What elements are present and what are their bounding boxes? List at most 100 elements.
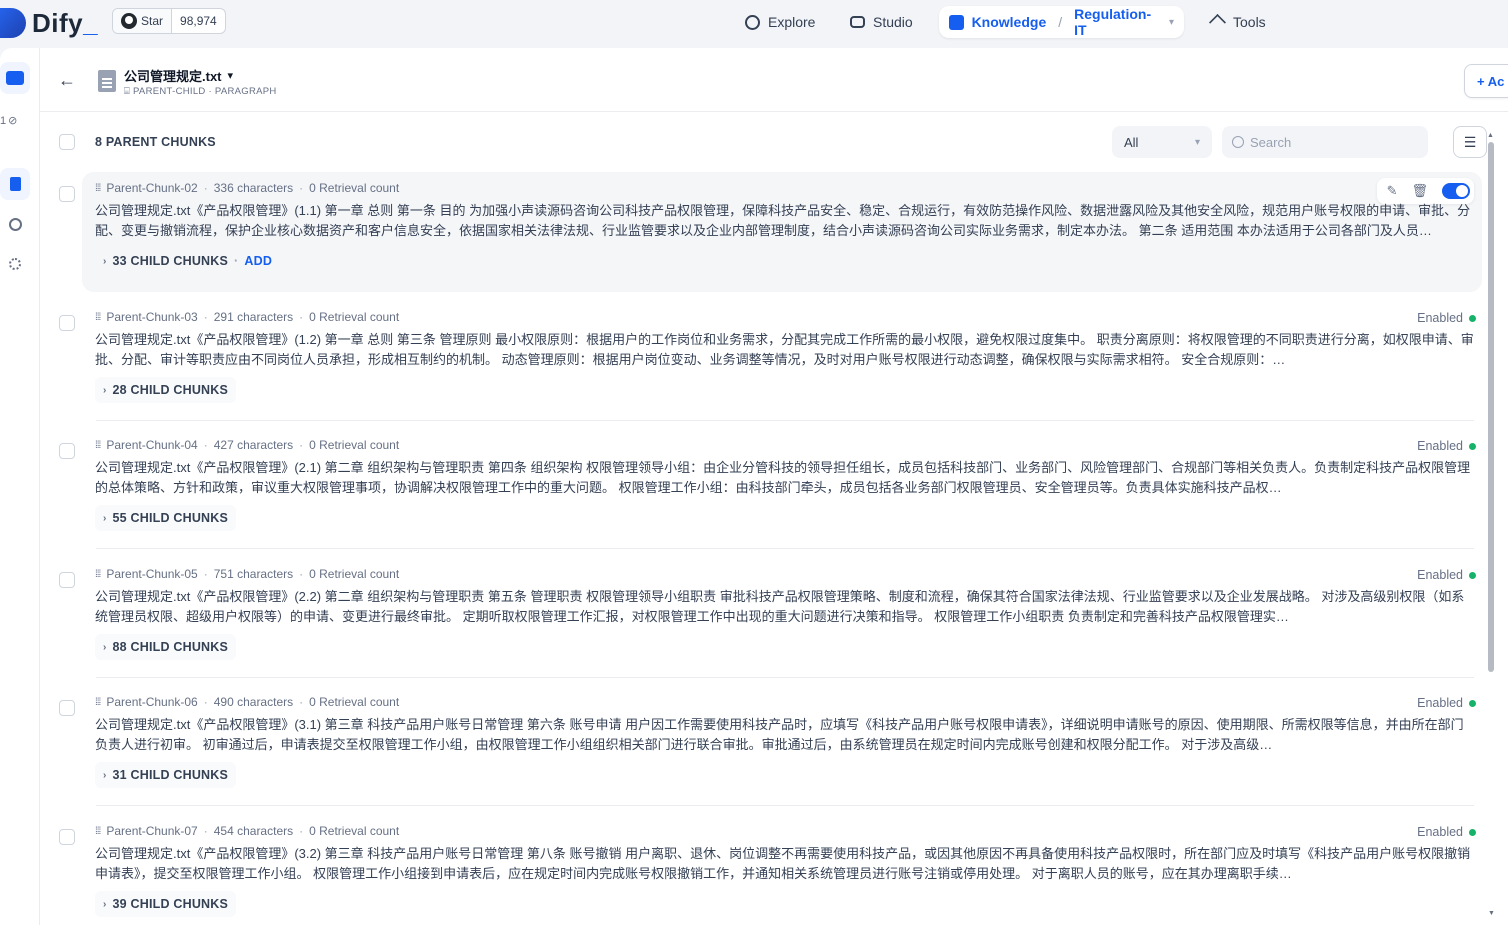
chevron-down-icon[interactable]: ▾ (1169, 17, 1174, 28)
chunk-card[interactable]: ⁞⁞⁞ Parent-Chunk-02 · 336 characters · 0 R… (82, 172, 1482, 292)
chunk-checkbox[interactable] (59, 443, 75, 459)
list-view-toggle-button[interactable]: ☰ (1453, 126, 1487, 158)
chevron-right-icon: › (103, 641, 107, 653)
edit-icon[interactable]: ✎ (1387, 183, 1398, 199)
chunk-meta: ⁞⁞⁞ Parent-Chunk-03 · 291 characters · 0 R… (95, 310, 399, 324)
chunk-mode-text: PARENT-CHILD · PARAGRAPH (133, 86, 277, 97)
chunk-content[interactable]: 公司管理规定.txt《产品权限管理》(2.2) 第二章 组织架构与管理职责 第五… (95, 587, 1475, 627)
meta-dot: · (203, 695, 208, 709)
chunk-card[interactable]: ⁞⁞⁞ Parent-Chunk-03 · 291 characters · 0 R… (82, 301, 1482, 421)
knowledge-book-icon (949, 14, 964, 30)
file-icon (98, 70, 116, 92)
chunk-meta: ⁞⁞⁞ Parent-Chunk-07 · 454 characters · 0 R… (95, 824, 399, 838)
chunk-chars: 336 characters (213, 181, 294, 195)
chunk-retrieval-count: 0 Retrieval count (309, 695, 400, 709)
chunk-card[interactable]: ⁞⁞⁞ Parent-Chunk-04 · 427 characters · 0 R… (82, 429, 1482, 549)
logo-text: Dify_ (32, 7, 99, 38)
status-dot-icon (1469, 828, 1476, 836)
chunk-card[interactable]: ⁞⁞⁞ Parent-Chunk-06 · 490 characters · 0 R… (82, 686, 1482, 806)
chunk-status: Enabled (1417, 568, 1476, 582)
chunk-meta: ⁞⁞⁞ Parent-Chunk-04 · 427 characters · 0 R… (95, 438, 399, 452)
status-dot-icon (1469, 314, 1476, 322)
scrollbar[interactable]: ▲ (1487, 132, 1495, 776)
add-child-chunk-link[interactable]: ADD (244, 254, 272, 268)
chunk-checkbox[interactable] (59, 829, 75, 845)
chunk-row: ⁞⁞⁞ Parent-Chunk-02 · 336 characters · 0 R… (40, 172, 1486, 301)
chunk-chars: 490 characters (213, 695, 294, 709)
child-chunks-expander[interactable]: › 55 CHILD CHUNKS (95, 505, 237, 531)
chunk-content[interactable]: 公司管理规定.txt《产品权限管理》(1.2) 第一章 总则 第三条 管理原则 … (95, 330, 1475, 370)
hit-testing-button[interactable] (0, 208, 30, 240)
meta-dot: · (299, 567, 304, 581)
status-text: Enabled (1417, 696, 1463, 710)
meta-dot: · (203, 438, 208, 452)
breadcrumb-separator: / (1058, 14, 1063, 30)
status-text: Enabled (1417, 568, 1463, 582)
chunk-row: ⁞⁞⁞ Parent-Chunk-03 · 291 characters · 0 R… (40, 301, 1486, 430)
child-chunks-expander[interactable]: › 88 CHILD CHUNKS (95, 634, 237, 660)
dify-logo[interactable]: Dify_ (0, 6, 98, 40)
child-chunks-count: 39 CHILD CHUNKS (112, 897, 229, 911)
chunk-row: ⁞⁞⁞ Parent-Chunk-05 · 751 characters · 0 R… (40, 558, 1486, 687)
child-chunks-expander[interactable]: › 31 CHILD CHUNKS (95, 762, 237, 788)
tools-icon (1209, 13, 1226, 31)
chunk-checkbox[interactable] (59, 186, 75, 202)
select-all-checkbox[interactable] (59, 134, 75, 150)
search-input[interactable] (1250, 134, 1420, 150)
chunk-list: ⁞⁞⁞ Parent-Chunk-02 · 336 characters · 0 R… (40, 172, 1486, 925)
status-dot-icon (1469, 571, 1476, 579)
search-box[interactable] (1222, 126, 1428, 158)
meta-dot: · (203, 181, 208, 195)
nav-explore[interactable]: Explore (735, 6, 825, 38)
chunk-card[interactable]: ⁞⁞⁞ Parent-Chunk-05 · 751 characters · 0 R… (82, 558, 1482, 678)
meta-dot: · (299, 181, 304, 195)
status-filter-select[interactable]: All ▾ (1112, 126, 1212, 158)
chunk-content[interactable]: 公司管理规定.txt《产品权限管理》(2.1) 第二章 组织架构与管理职责 第四… (95, 458, 1475, 498)
chunk-status: Enabled (1417, 825, 1476, 839)
meta-dot: · (203, 310, 208, 324)
child-chunks-expander[interactable]: › 33 CHILD CHUNKS · ADD (95, 248, 280, 274)
document-title-dropdown[interactable]: 公司管理规定.txt ▾ (124, 66, 233, 85)
nav-tools-label: Tools (1233, 14, 1266, 30)
chunk-content[interactable]: 公司管理规定.txt《产品权限管理》(3.2) 第三章 科技产品用户账号日常管理… (95, 844, 1475, 884)
settings-button[interactable] (0, 248, 30, 280)
chunk-checkbox[interactable] (59, 700, 75, 716)
parent-chunk-count: 8 PARENT CHUNKS (95, 135, 216, 149)
chunk-chars: 751 characters (213, 567, 294, 581)
chunk-meta: ⁞⁞⁞ Parent-Chunk-02 · 336 characters · 0 R… (95, 181, 399, 195)
child-chunks-expander[interactable]: › 39 CHILD CHUNKS (95, 891, 237, 917)
document-title: 公司管理规定.txt (124, 69, 222, 84)
nav-knowledge[interactable]: Knowledge / Regulation-IT ▾ (939, 6, 1184, 38)
nav-studio[interactable]: Studio (840, 6, 923, 38)
chunk-content[interactable]: 公司管理规定.txt《产品权限管理》(3.1) 第三章 科技产品用户账号日常管理… (95, 715, 1475, 755)
back-arrow-icon[interactable]: ← (58, 70, 76, 91)
robot-icon (850, 16, 865, 28)
add-chunk-button[interactable]: + Ac (1464, 64, 1508, 98)
scroll-thumb[interactable] (1488, 142, 1494, 672)
dataset-switcher[interactable]: Regulation-IT (1074, 6, 1161, 38)
meta-dot: · (203, 824, 208, 838)
github-icon (121, 13, 137, 29)
meta-dot: · (299, 438, 304, 452)
documents-button[interactable] (0, 168, 30, 200)
scroll-up-arrow-icon[interactable]: ▲ (1487, 132, 1494, 139)
divider (96, 548, 1474, 549)
chunk-checkbox[interactable] (59, 315, 75, 331)
chunk-id: Parent-Chunk-05 (106, 567, 198, 581)
nav-tools[interactable]: Tools (1200, 6, 1276, 38)
github-star-button[interactable]: Star (113, 9, 173, 33)
scroll-down-arrow-icon[interactable]: ▼ (1488, 910, 1495, 917)
drag-grip-icon: ⁞⁞⁞ (95, 311, 101, 323)
github-star-widget[interactable]: Star 98,974 (112, 8, 226, 34)
nav-explore-label: Explore (768, 14, 816, 30)
trash-icon[interactable]: 🗑 (1411, 183, 1428, 199)
document-header: ← 公司管理规定.txt ▾ ⌸ PARENT-CHILD · PARAGRAP… (40, 48, 1508, 112)
chunk-content[interactable]: 公司管理规定.txt《产品权限管理》(1.1) 第一章 总则 第一条 目的 为加… (95, 201, 1475, 241)
dataset-folder-button[interactable] (0, 62, 30, 94)
chunk-card[interactable]: ⁞⁞⁞ Parent-Chunk-07 · 454 characters · 0 R… (82, 815, 1482, 925)
hierarchy-icon: ⌸ (124, 86, 130, 97)
github-star-count[interactable]: 98,974 (172, 9, 225, 33)
chunk-enable-toggle[interactable] (1442, 183, 1470, 199)
chunk-checkbox[interactable] (59, 572, 75, 588)
child-chunks-expander[interactable]: › 28 CHILD CHUNKS (95, 377, 237, 403)
